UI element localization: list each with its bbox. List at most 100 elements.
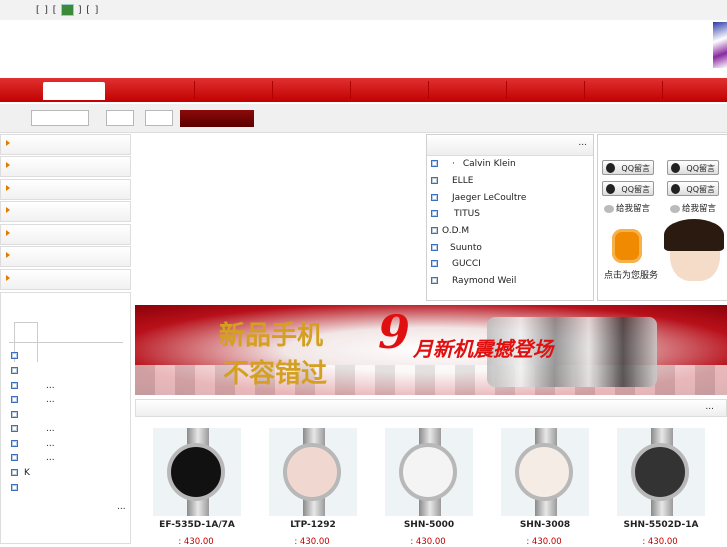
watch-dial xyxy=(167,443,225,501)
brand-item[interactable]: · Calvin Klein xyxy=(431,159,516,173)
nav-item[interactable] xyxy=(586,81,663,99)
top-links[interactable]: [ ] [ ] [ ] xyxy=(36,4,99,16)
more-link[interactable]: ... xyxy=(705,402,714,412)
list-item[interactable]: ... xyxy=(11,453,55,465)
arrow-right-icon xyxy=(6,275,10,281)
divider xyxy=(9,342,123,343)
bullet-icon xyxy=(11,440,18,447)
brand-item[interactable]: Raymond Weil xyxy=(431,276,516,290)
leave-message-link[interactable]: 给我留言 xyxy=(670,202,716,214)
call-service-text[interactable]: 点击为您服务 xyxy=(604,268,658,281)
logo-fragment[interactable] xyxy=(713,22,727,68)
watch-image[interactable] xyxy=(501,428,589,516)
list-item[interactable] xyxy=(11,410,20,422)
product-name[interactable]: LTP-1292 xyxy=(267,520,359,530)
watch-image[interactable] xyxy=(385,428,473,516)
list-item[interactable] xyxy=(11,483,20,495)
qq-message-button[interactable]: QQ留言 xyxy=(602,160,654,175)
arrow-right-icon xyxy=(6,230,10,236)
top-links-text[interactable]: [ ] [ xyxy=(36,6,57,16)
nav-item[interactable] xyxy=(196,81,273,99)
category-item[interactable] xyxy=(0,269,131,290)
product-card[interactable]: SHN-5000 : 430.00 xyxy=(383,428,483,547)
category-item[interactable] xyxy=(0,134,131,155)
nav-item[interactable] xyxy=(430,81,507,99)
product-name[interactable]: SHN-5000 xyxy=(383,520,475,530)
product-card[interactable]: LTP-1292 : 430.00 xyxy=(267,428,367,547)
search-input[interactable] xyxy=(31,110,89,126)
brand-item[interactable]: ELLE xyxy=(431,176,473,190)
bullet-icon xyxy=(11,411,18,418)
promo-banner[interactable]: 新品手机 不容错过 9 月新机震撼登场 xyxy=(135,305,727,395)
qq-message-button[interactable]: QQ留言 xyxy=(667,160,719,175)
arrow-right-icon xyxy=(6,252,10,258)
nav-item[interactable] xyxy=(274,81,351,99)
category-item[interactable] xyxy=(0,246,131,267)
brand-item[interactable]: GUCCI xyxy=(431,259,481,273)
bullet-icon xyxy=(431,244,438,251)
customer-service-panel: QQ留言 QQ留言 QQ留言 QQ留言 给我留言 给我留言 点击为您服务 xyxy=(597,134,727,301)
list-item[interactable]: ... xyxy=(11,424,55,436)
list-item[interactable]: ... xyxy=(11,439,55,451)
top-links-tail[interactable]: ] [ ] xyxy=(78,6,99,16)
watch-image[interactable] xyxy=(617,428,705,516)
product-card[interactable]: SHN-3008 : 430.00 xyxy=(499,428,599,547)
product-card[interactable]: SHN-5502D-1A : 430.00 xyxy=(615,428,715,547)
brand-item[interactable]: TITUS xyxy=(431,209,480,223)
search-button[interactable] xyxy=(180,110,254,127)
search-field-2[interactable] xyxy=(106,110,134,126)
tab[interactable] xyxy=(14,322,38,342)
bookmark-icon[interactable] xyxy=(61,4,75,16)
list-item[interactable]: ... xyxy=(11,381,55,393)
bullet-icon xyxy=(431,277,438,284)
brand-item[interactable]: O.D.M xyxy=(431,226,469,240)
nav-item[interactable] xyxy=(508,81,585,99)
qq-message-button[interactable]: QQ留言 xyxy=(602,181,654,196)
product-name[interactable]: SHN-5502D-1A xyxy=(615,520,707,530)
list-item[interactable]: ... xyxy=(11,395,55,407)
main-nav xyxy=(0,78,727,102)
watch-dial xyxy=(631,443,689,501)
left-tabs[interactable] xyxy=(14,322,61,362)
product-price: : 430.00 xyxy=(642,537,678,547)
search-field-3[interactable] xyxy=(145,110,173,126)
bullet-icon xyxy=(431,194,438,201)
nav-item[interactable] xyxy=(352,81,429,99)
nav-item-home[interactable] xyxy=(43,82,105,100)
banner-tagline: 月新机震撼登场 xyxy=(413,337,553,361)
product-price: : 430.00 xyxy=(410,537,446,547)
watch-image[interactable] xyxy=(269,428,357,516)
arrow-right-icon xyxy=(6,140,10,146)
watch-image[interactable] xyxy=(153,428,241,516)
brand-item[interactable]: Suunto xyxy=(431,243,482,257)
nav-item[interactable] xyxy=(118,81,195,99)
arrow-right-icon xyxy=(6,162,10,168)
brand-item[interactable]: Jaeger LeCoultre xyxy=(431,193,526,207)
top-bar: [ ] [ ] [ ] xyxy=(0,0,727,21)
bullet-icon xyxy=(431,210,438,217)
search-bar xyxy=(0,104,727,133)
bullet-icon xyxy=(11,469,18,476)
category-item[interactable] xyxy=(0,201,131,222)
category-item[interactable] xyxy=(0,224,131,245)
list-item[interactable]: K xyxy=(11,468,30,480)
banner-number: 9 xyxy=(378,305,411,359)
leave-message-link[interactable]: 给我留言 xyxy=(604,202,650,214)
bullet-icon xyxy=(431,177,438,184)
more-link[interactable]: ... xyxy=(117,502,126,514)
list-item[interactable] xyxy=(11,366,20,378)
list-item[interactable] xyxy=(11,351,20,363)
product-card[interactable]: EF-535D-1A/7A : 430.00 xyxy=(151,428,251,547)
product-price: : 430.00 xyxy=(526,537,562,547)
category-item[interactable] xyxy=(0,179,131,200)
watch-dial xyxy=(399,443,457,501)
product-name[interactable]: SHN-3008 xyxy=(499,520,591,530)
category-item[interactable] xyxy=(0,156,131,177)
qq-message-button[interactable]: QQ留言 xyxy=(667,181,719,196)
product-name[interactable]: EF-535D-1A/7A xyxy=(151,520,243,530)
call-service-graphic[interactable]: 点击为您服务 xyxy=(598,219,727,300)
arrow-right-icon xyxy=(6,185,10,191)
products-header: ... xyxy=(135,399,727,417)
bullet-icon xyxy=(11,352,18,359)
more-link[interactable]: ... xyxy=(578,138,587,148)
